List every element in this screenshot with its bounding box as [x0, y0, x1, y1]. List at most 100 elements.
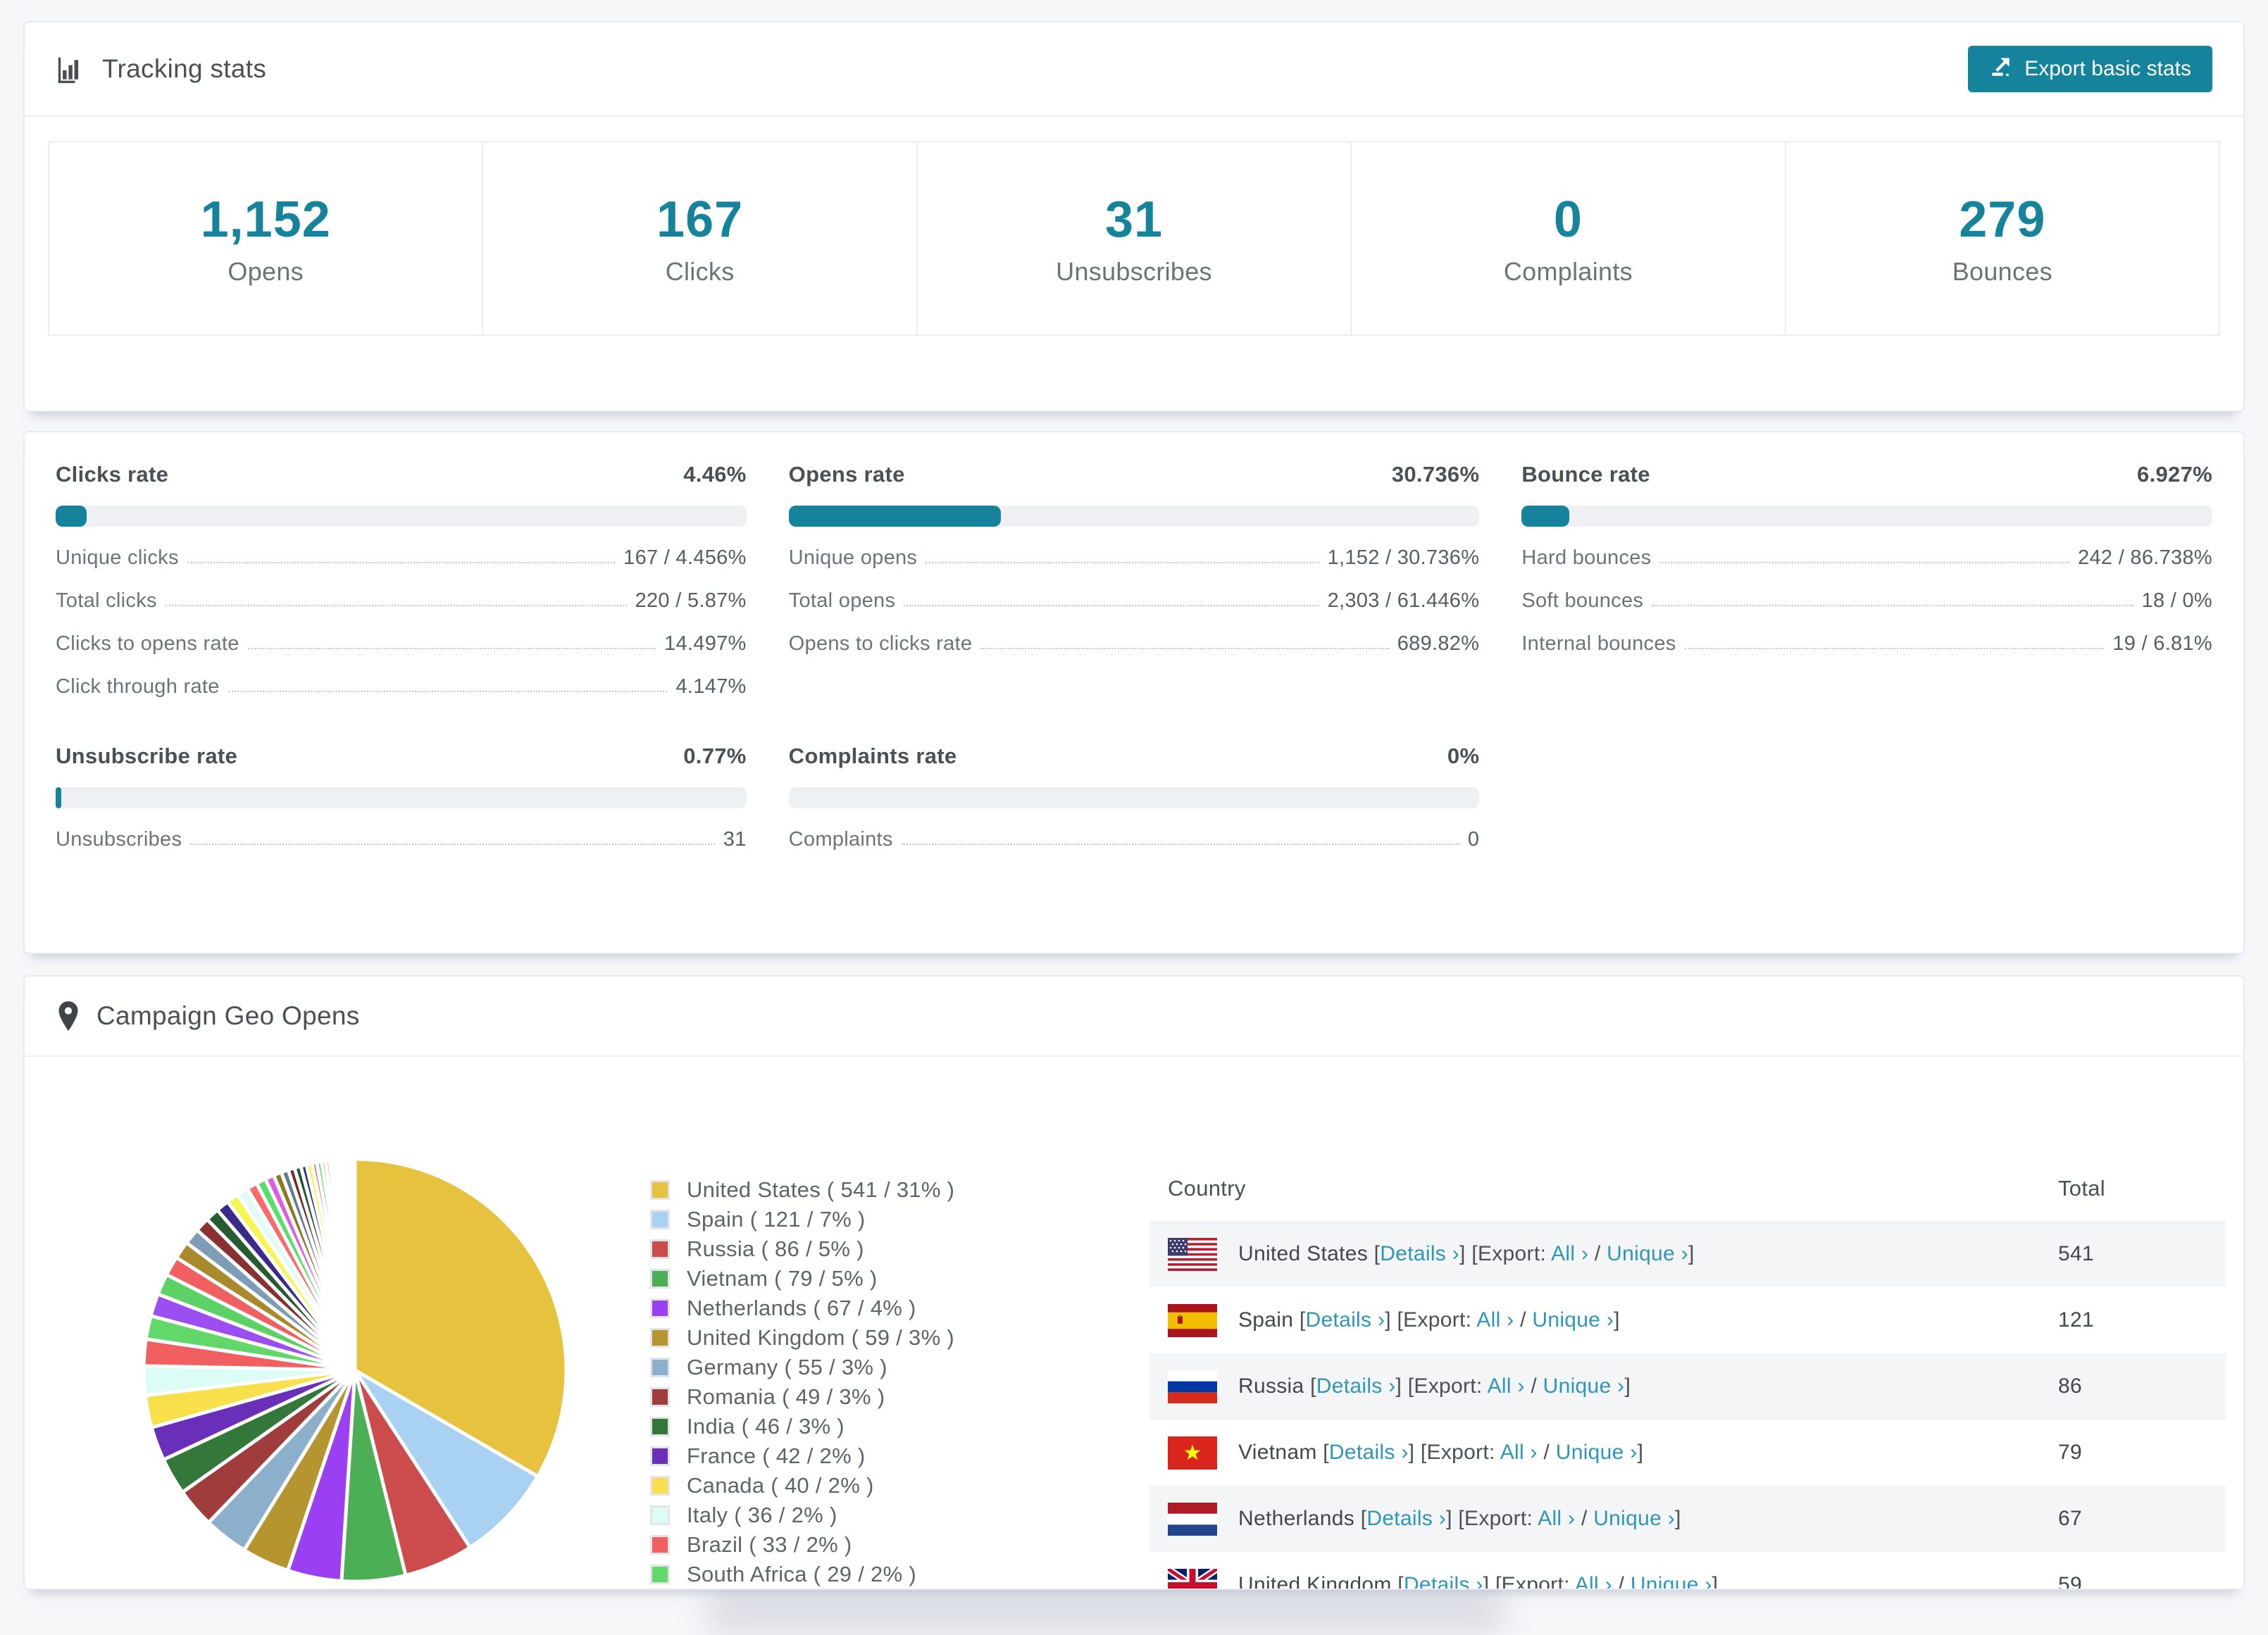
bounce-rate-value: 6.927% [2137, 462, 2212, 487]
pie-slice[interactable] [352, 1157, 357, 1371]
bounce-rate-section: Bounce rate 6.927% Hard bounces 242 / 86.… [1521, 462, 2212, 699]
complaints-rate-section: Complaints rate 0% Complaints 0 [788, 744, 1480, 851]
geo-opens-table: Country Total United States [Details ›] … [1149, 1155, 2226, 1589]
legend-swatch [650, 1387, 670, 1407]
clicks-count: 167 [656, 191, 744, 248]
stat-row: Unsubscribes 31 [56, 828, 747, 851]
export-unique-link[interactable]: Unique › [1593, 1507, 1675, 1530]
complaints-label: Complaints [1503, 256, 1633, 286]
export-all-link[interactable]: All › [1476, 1308, 1514, 1332]
dotted-leader [165, 605, 627, 606]
legend-item: Romania ( 49 / 3% ) [650, 1382, 954, 1412]
export-basic-stats-button[interactable]: Export basic stats [1968, 46, 2212, 92]
export-all-link[interactable]: All › [1500, 1441, 1538, 1464]
legend-swatch [650, 1210, 670, 1229]
dotted-leader [980, 648, 1389, 649]
dotted-leader [1652, 605, 2133, 606]
stat-row: Unique clicks 167 / 4.456% [56, 546, 747, 569]
bar-chart-icon [56, 54, 87, 84]
unsubscribe-rate-value: 0.77% [683, 744, 747, 768]
bounce-rate-progress-fill [1521, 506, 1570, 527]
clicks-rate-value: 4.46% [683, 462, 747, 487]
export-all-link[interactable]: All › [1551, 1242, 1588, 1265]
export-all-link[interactable]: All › [1538, 1507, 1575, 1530]
netherlands-flag-icon [1168, 1502, 1217, 1536]
unsubscribe-rate-title: Unsubscribe rate [56, 744, 238, 768]
legend-item: Vietnam ( 79 / 5% ) [650, 1264, 954, 1293]
details-link[interactable]: Details › [1306, 1308, 1385, 1332]
dotted-leader [926, 562, 1319, 563]
legend-item: United States ( 541 / 31% ) [650, 1175, 954, 1205]
complaints-count: 0 [1553, 191, 1583, 248]
clicks-rate-progress-track [56, 506, 747, 527]
details-link[interactable]: Details › [1380, 1242, 1459, 1265]
legend-item: France ( 42 / 2% ) [650, 1441, 954, 1471]
bottom-shadow [704, 1586, 1507, 1635]
geo-title: Campaign Geo Opens [96, 1001, 360, 1030]
unsubscribes-label: Unsubscribes [1056, 256, 1212, 286]
details-link[interactable]: Details › [1366, 1507, 1446, 1530]
stat-row: Total opens 2,303 / 61.446% [788, 589, 1480, 612]
export-unique-link[interactable]: Unique › [1631, 1573, 1712, 1589]
table-row-united-kingdom: United Kingdom [Details ›] [Export: All … [1149, 1552, 2226, 1589]
bounces-count: 279 [1959, 191, 2046, 248]
dotted-leader [228, 691, 668, 692]
export-unique-link[interactable]: Unique › [1532, 1308, 1614, 1332]
stat-row: Unique opens 1,152 / 30.736% [788, 546, 1480, 569]
stat-row: Clicks to opens rate 14.497% [56, 632, 747, 655]
total-column-header: Total [2058, 1175, 2105, 1201]
unsubscribe-rate-progress-fill [56, 787, 61, 808]
opens-rate-value: 30.736% [1391, 462, 1480, 487]
details-link[interactable]: Details › [1404, 1573, 1483, 1589]
opens-rate-progress-fill [788, 506, 1002, 527]
unsubscribe-rate-section: Unsubscribe rate 0.77% Unsubscribes 31 [56, 744, 747, 851]
details-link[interactable]: Details › [1329, 1441, 1409, 1464]
unsubscribe-rate-progress-track [56, 787, 747, 808]
page-title: Tracking stats [102, 54, 267, 83]
stat-row: Opens to clicks rate 689.82% [788, 632, 1480, 655]
legend-item: Russia ( 86 / 5% ) [650, 1234, 954, 1264]
legend-swatch [650, 1269, 670, 1289]
legend-swatch [650, 1565, 670, 1584]
map-pin-icon [56, 1000, 81, 1032]
legend-item: Brazil ( 33 / 2% ) [650, 1530, 954, 1560]
bounce-rate-progress-track [1521, 506, 2212, 527]
clicks-rate-section: Clicks rate 4.46% Unique clicks 167 / 4.4… [56, 462, 747, 699]
total-value: 67 [2058, 1507, 2082, 1530]
export-all-link[interactable]: All › [1488, 1374, 1525, 1398]
opens-count: 1,152 [200, 191, 331, 248]
opens-rate-progress-track [788, 506, 1480, 527]
export-icon [1989, 54, 2013, 84]
export-unique-link[interactable]: Unique › [1556, 1441, 1638, 1464]
export-unique-link[interactable]: Unique › [1543, 1374, 1625, 1398]
unsubscribes-count: 31 [1104, 191, 1164, 248]
campaign-geo-opens-card: Campaign Geo Opens United States ( 541 /… [23, 975, 2245, 1590]
legend-swatch [650, 1180, 670, 1200]
legend-item: Canada ( 40 / 2% ) [650, 1471, 954, 1501]
export-unique-link[interactable]: Unique › [1607, 1242, 1688, 1265]
geo-header: Campaign Geo Opens [25, 977, 2243, 1057]
clicks-label: Clicks [665, 256, 735, 286]
legend-item: South Africa ( 29 / 2% ) [650, 1560, 954, 1589]
table-row-united-states: United States [Details ›] [Export: All ›… [1149, 1221, 2226, 1287]
summary-stats-row: 1,152 Opens 167 Clicks 31 Unsubscribes 0… [48, 141, 2221, 336]
stat-row: Hard bounces 242 / 86.738% [1521, 546, 2212, 569]
opens-label: Opens [228, 256, 304, 286]
total-value: 121 [2058, 1308, 2094, 1332]
stat-box-opens: 1,152 Opens [48, 141, 484, 336]
dotted-leader [1684, 648, 2105, 649]
legend-item: India ( 46 / 3% ) [650, 1412, 954, 1441]
spain-flag-icon [1168, 1303, 1217, 1337]
uk-flag-icon [1168, 1568, 1217, 1589]
legend-item: Italy ( 36 / 2% ) [650, 1501, 954, 1530]
legend-item: United Kingdom ( 59 / 3% ) [650, 1323, 954, 1353]
details-link[interactable]: Details › [1316, 1374, 1396, 1398]
stat-box-complaints: 0 Complaints [1350, 141, 1786, 336]
complaints-rate-title: Complaints rate [788, 744, 957, 768]
table-row-vietnam: Vietnam [Details ›] [Export: All › / Uni… [1149, 1420, 2226, 1486]
opens-rate-section: Opens rate 30.736% Unique opens 1,152 / 3… [788, 462, 1480, 699]
legend-swatch [650, 1417, 670, 1436]
export-all-link[interactable]: All › [1575, 1573, 1612, 1589]
legend-swatch [650, 1476, 670, 1496]
geo-opens-pie-chart[interactable] [130, 1145, 580, 1590]
